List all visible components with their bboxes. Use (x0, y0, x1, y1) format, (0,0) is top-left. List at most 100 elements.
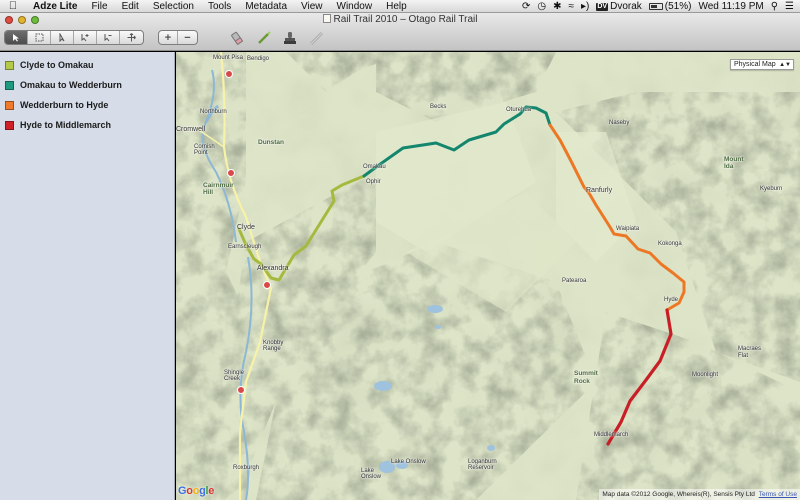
map-label: Naseby (609, 120, 630, 126)
tool-mode-segmented-control (4, 30, 144, 45)
track-row-wedderburn-hyde[interactable]: Wedderburn to Hyde (0, 95, 174, 115)
map-label: Clyde (237, 224, 255, 231)
zoom-in-button[interactable]: + (159, 31, 178, 44)
map-label: Loganburn Reservoir (468, 459, 497, 471)
map-label: Knobby Range (263, 340, 284, 352)
map-label: Moonlight (692, 372, 719, 378)
google-logo[interactable]: Google (178, 485, 214, 497)
map-label: Cairnmuir Hill (203, 182, 234, 196)
pointer-icon (59, 33, 64, 42)
map-label: Kyeburn (760, 186, 783, 192)
toolbar: + − (4, 29, 324, 46)
pointer-plus-icon (81, 34, 88, 42)
pan-tool-button[interactable] (120, 31, 143, 44)
document-icon[interactable] (322, 14, 331, 23)
map-label: Shingle Creek (224, 370, 245, 382)
route-layer (237, 105, 686, 446)
menu-view[interactable]: View (294, 0, 330, 12)
menu-help[interactable]: Help (379, 0, 414, 12)
track-color-swatch (5, 80, 14, 90)
menu-tools[interactable]: Tools (201, 0, 238, 12)
wand-icon (258, 30, 271, 44)
battery-menu[interactable]: (51%) (648, 0, 692, 12)
map-label: Waipiata (616, 226, 640, 232)
keyboard-icon: DV (596, 2, 609, 11)
updown-arrow-icon: ▲▼ (779, 62, 791, 68)
marquee-tool-button[interactable] (28, 31, 51, 44)
ruler-tool-button[interactable] (308, 30, 324, 46)
track-tools (230, 30, 324, 46)
map-type-select[interactable]: Physical Map ▲▼ (730, 59, 794, 70)
photo-stamp-button[interactable] (282, 30, 298, 46)
wifi-icon[interactable]: ≈ (569, 0, 575, 12)
spotlight-icon[interactable]: ⚲ (771, 0, 778, 12)
select-arrow-icon (12, 34, 19, 42)
time-machine-icon[interactable]: ◷ (537, 0, 546, 12)
apple-menu-icon[interactable]:  (0, 0, 26, 12)
point-tool-button[interactable] (51, 31, 74, 44)
menu-edit[interactable]: Edit (115, 0, 146, 12)
zoom-segmented-control: + − (158, 30, 198, 45)
map-label: Cornish Point (194, 144, 215, 156)
battery-percent: (51%) (664, 0, 692, 12)
input-source-menu[interactable]: DV Dvorak (596, 0, 642, 12)
track-row-hyde-middlemarch[interactable]: Hyde to Middlemarch (0, 115, 174, 135)
map-label: Northburn (200, 109, 227, 115)
eraser-icon (231, 31, 244, 45)
map-label: Lake Onslow (361, 468, 382, 480)
arrow-tool-button[interactable] (5, 31, 28, 44)
terms-of-use-link[interactable]: Terms of Use (759, 491, 797, 498)
clock[interactable]: Wed 11:19 PM (698, 0, 763, 12)
track-label: Omakau to Wedderburn (20, 80, 122, 90)
zoom-out-button[interactable]: − (178, 31, 197, 44)
notification-list-icon[interactable]: ☰ (785, 0, 794, 12)
track-row-clyde-omakau[interactable]: Clyde to Omakau (0, 55, 174, 75)
track-color-swatch (5, 100, 14, 110)
status-menus: ⟳ ◷ ✱ ≈ ▸) DV Dvorak (51%) Wed 11:19 PM ⚲… (522, 0, 800, 12)
track-color-swatch (5, 60, 14, 70)
move-icon (127, 33, 136, 42)
track-wand-button[interactable] (256, 30, 272, 46)
map-label: Lake Onslow (391, 459, 426, 465)
marquee-icon (35, 33, 43, 42)
window-title-text: Rail Trail 2010 – Otago Rail Trail (333, 14, 478, 25)
map-label: Omakau (363, 164, 386, 170)
input-source-label: Dvorak (610, 0, 642, 12)
ruler-icon (309, 31, 324, 45)
track-sidebar: Clyde to Omakau Omakau to Wedderburn Wed… (0, 52, 175, 500)
eraser-tool-button[interactable] (230, 30, 246, 46)
bluetooth-icon[interactable]: ✱ (553, 0, 561, 12)
map-label: Earnscleugh (228, 244, 262, 250)
menu-metadata[interactable]: Metadata (238, 0, 294, 12)
map-view[interactable]: Mount Pisa Bendigo Northburn Cromwell Co… (176, 52, 800, 500)
map-label: Ranfurly (586, 187, 613, 194)
track-label: Hyde to Middlemarch (20, 120, 112, 130)
track-path-hyde-middlemarch (606, 308, 673, 446)
menu-bar:  Adze Lite File Edit Selection Tools Me… (0, 0, 800, 13)
map-label: Alexandra (257, 265, 289, 272)
map-label: Kokonga (658, 241, 682, 247)
map-label: Roxburgh (233, 465, 260, 471)
window-titlebar: Rail Trail 2010 – Otago Rail Trail + − (0, 13, 800, 51)
track-label: Clyde to Omakau (20, 60, 94, 70)
track-color-swatch (5, 120, 14, 130)
map-label: Oturehua (506, 107, 532, 113)
menu-file[interactable]: File (84, 0, 114, 12)
track-label: Wedderburn to Hyde (20, 100, 109, 110)
map-label: Cromwell (176, 126, 206, 133)
window-title: Rail Trail 2010 – Otago Rail Trail (0, 14, 800, 26)
map-label: Middlemarch (594, 432, 629, 438)
track-row-omakau-wedderburn[interactable]: Omakau to Wedderburn (0, 75, 174, 95)
menu-selection[interactable]: Selection (146, 0, 201, 12)
map-label: Macraes Flat (738, 346, 762, 359)
map-type-value: Physical Map (734, 61, 776, 68)
remove-point-tool-button[interactable] (97, 31, 120, 44)
sync-icon[interactable]: ⟳ (522, 0, 530, 12)
menu-window[interactable]: Window (330, 0, 380, 12)
pointer-minus-icon (104, 34, 111, 42)
add-point-tool-button[interactable] (74, 31, 97, 44)
map-label: Mount Pisa (213, 55, 244, 61)
volume-icon[interactable]: ▸) (581, 0, 589, 12)
app-menu[interactable]: Adze Lite (26, 0, 84, 12)
map-label: Bendigo (247, 56, 270, 62)
